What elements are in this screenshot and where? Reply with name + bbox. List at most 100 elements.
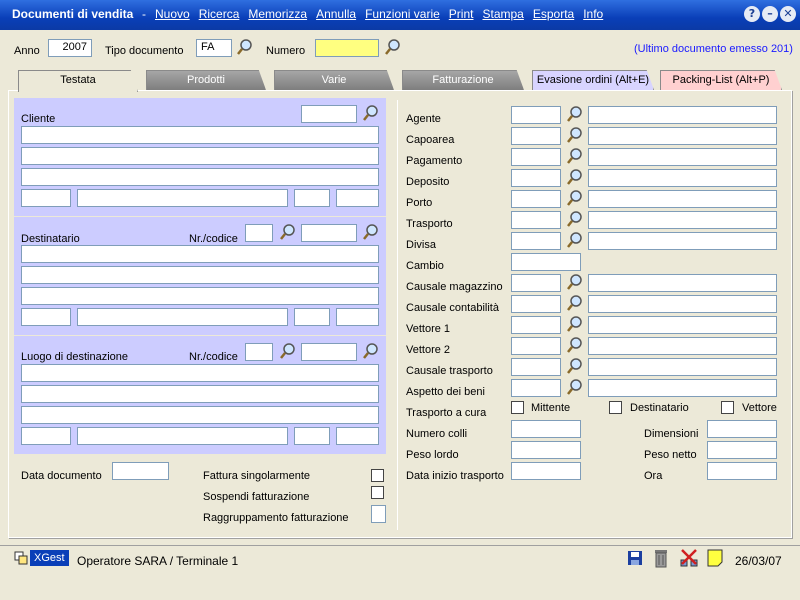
menu-annulla[interactable]: Annulla — [316, 7, 356, 21]
luogo-nr-input[interactable] — [245, 343, 273, 361]
capoarea-code-input[interactable] — [511, 127, 561, 145]
destinatario-cap-input[interactable] — [21, 308, 71, 326]
causale-contabilita-code-input[interactable] — [511, 295, 561, 313]
cambio-input[interactable] — [511, 253, 581, 271]
menu-nuovo[interactable]: Nuovo — [155, 7, 190, 21]
search-icon[interactable] — [566, 168, 584, 186]
trasporto-desc-input[interactable] — [588, 211, 777, 229]
search-icon[interactable] — [362, 223, 380, 241]
sospendi-fatturazione-checkbox[interactable] — [371, 486, 384, 499]
capoarea-desc-input[interactable] — [588, 127, 777, 145]
destinatario-code-input[interactable] — [301, 224, 357, 242]
trasporto-code-input[interactable] — [511, 211, 561, 229]
tipo-documento-input[interactable]: FA — [196, 39, 232, 57]
luogo-address-input[interactable] — [21, 385, 379, 403]
cliente-province-input[interactable] — [294, 189, 330, 207]
vettore2-desc-input[interactable] — [588, 337, 777, 355]
luogo-name-input[interactable] — [21, 364, 379, 382]
search-icon[interactable] — [566, 357, 584, 375]
fattura-singolarmente-checkbox[interactable] — [371, 469, 384, 482]
cliente-address-input[interactable] — [21, 147, 379, 165]
trash-icon[interactable] — [653, 548, 669, 568]
menu-funzioni-varie[interactable]: Funzioni varie — [365, 7, 440, 21]
destinatario-city-input[interactable] — [77, 308, 288, 326]
search-icon[interactable] — [362, 104, 380, 122]
search-icon[interactable] — [566, 273, 584, 291]
search-icon[interactable] — [566, 336, 584, 354]
xgest-app-button[interactable]: XGest — [14, 549, 69, 567]
search-icon[interactable] — [236, 38, 254, 56]
menu-memorizza[interactable]: Memorizza — [248, 7, 307, 21]
search-icon[interactable] — [566, 378, 584, 396]
porto-code-input[interactable] — [511, 190, 561, 208]
pagamento-code-input[interactable] — [511, 148, 561, 166]
cliente-cap-input[interactable] — [21, 189, 71, 207]
save-icon[interactable] — [627, 550, 643, 566]
pagamento-desc-input[interactable] — [588, 148, 777, 166]
causale-contabilita-desc-input[interactable] — [588, 295, 777, 313]
data-documento-input[interactable] — [112, 462, 169, 480]
destinatario-address-input[interactable] — [21, 266, 379, 284]
menu-stampa[interactable]: Stampa — [482, 7, 523, 21]
tab-varie[interactable]: Varie — [274, 70, 394, 90]
vettore1-desc-input[interactable] — [588, 316, 777, 334]
numero-colli-input[interactable] — [511, 420, 581, 438]
cliente-address2-input[interactable] — [21, 168, 379, 186]
vettore1-code-input[interactable] — [511, 316, 561, 334]
mittente-checkbox[interactable] — [511, 401, 524, 414]
luogo-country-input[interactable] — [336, 427, 379, 445]
search-icon[interactable] — [362, 342, 380, 360]
porto-desc-input[interactable] — [588, 190, 777, 208]
network-disconnect-icon[interactable] — [679, 548, 699, 568]
search-icon[interactable] — [566, 315, 584, 333]
minimize-button[interactable]: – — [762, 6, 778, 22]
menu-print[interactable]: Print — [449, 7, 474, 21]
help-button[interactable]: ? — [744, 6, 760, 22]
search-icon[interactable] — [566, 210, 584, 228]
causale-trasporto-desc-input[interactable] — [588, 358, 777, 376]
agente-code-input[interactable] — [511, 106, 561, 124]
cliente-name-input[interactable] — [21, 126, 379, 144]
destinatario-country-input[interactable] — [336, 308, 379, 326]
tab-packing-list[interactable]: Packing-List (Alt+P) — [660, 70, 782, 90]
cliente-city-input[interactable] — [77, 189, 288, 207]
luogo-cap-input[interactable] — [21, 427, 71, 445]
luogo-city-input[interactable] — [77, 427, 288, 445]
destinatario-province-input[interactable] — [294, 308, 330, 326]
cliente-code-input[interactable] — [301, 105, 357, 123]
peso-lordo-input[interactable] — [511, 441, 581, 459]
luogo-code-input[interactable] — [301, 343, 357, 361]
menu-info[interactable]: Info — [583, 7, 603, 21]
menu-ricerca[interactable]: Ricerca — [199, 7, 240, 21]
cliente-country-input[interactable] — [336, 189, 379, 207]
causale-trasporto-code-input[interactable] — [511, 358, 561, 376]
luogo-province-input[interactable] — [294, 427, 330, 445]
tab-testata[interactable]: Testata — [18, 70, 138, 92]
data-inizio-trasporto-input[interactable] — [511, 462, 581, 480]
deposito-desc-input[interactable] — [588, 169, 777, 187]
aspetto-beni-code-input[interactable] — [511, 379, 561, 397]
search-icon[interactable] — [566, 126, 584, 144]
deposito-code-input[interactable] — [511, 169, 561, 187]
aspetto-beni-desc-input[interactable] — [588, 379, 777, 397]
ora-input[interactable] — [707, 462, 777, 480]
destinatario-nr-input[interactable] — [245, 224, 273, 242]
raggruppamento-fatturazione-input[interactable] — [371, 505, 386, 523]
search-icon[interactable] — [566, 105, 584, 123]
search-icon[interactable] — [566, 231, 584, 249]
divisa-desc-input[interactable] — [588, 232, 777, 250]
peso-netto-input[interactable] — [707, 441, 777, 459]
anno-input[interactable]: 2007 — [48, 39, 92, 57]
search-icon[interactable] — [566, 294, 584, 312]
agente-desc-input[interactable] — [588, 106, 777, 124]
causale-magazzino-desc-input[interactable] — [588, 274, 777, 292]
close-button[interactable]: ✕ — [780, 6, 796, 22]
search-icon[interactable] — [279, 223, 297, 241]
destinatario-name-input[interactable] — [21, 245, 379, 263]
tab-fatturazione[interactable]: Fatturazione — [402, 70, 524, 90]
vettore-checkbox[interactable] — [721, 401, 734, 414]
divisa-code-input[interactable] — [511, 232, 561, 250]
tab-evasione-ordini[interactable]: Evasione ordini (Alt+E) — [532, 70, 654, 90]
numero-input[interactable] — [315, 39, 379, 57]
causale-magazzino-code-input[interactable] — [511, 274, 561, 292]
